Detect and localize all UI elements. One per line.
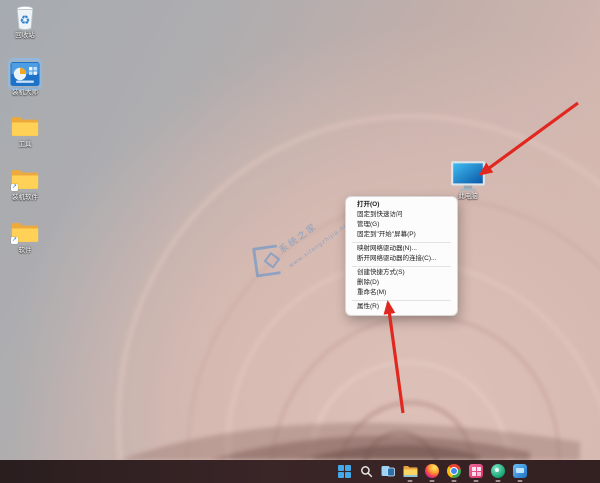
folder-icon [10, 112, 40, 140]
desktop-wallpaper [0, 0, 600, 460]
menu-item-properties[interactable]: 属性(R) [346, 302, 457, 312]
icon-label: 此电脑 [458, 193, 478, 200]
icon-label: 装机软件 [12, 194, 38, 201]
menu-item-disconnect-network-drive[interactable]: 断开网络驱动器的连接(C)... [346, 254, 457, 264]
pc-manager-icon [513, 464, 527, 478]
recycle-bin-icon: ♻ [10, 3, 40, 31]
shortcut-arrow-icon: ↗ [11, 184, 18, 191]
installer-app-icon [10, 60, 40, 88]
firefox-browser-button[interactable] [424, 463, 440, 479]
desktop-icon-folder-setup[interactable]: ↗ 装机软件 [2, 165, 48, 202]
chrome-browser-button[interactable] [446, 463, 462, 479]
chrome-icon [447, 464, 461, 478]
menu-item-open[interactable]: 打开(O) [346, 200, 457, 210]
folder-icon: ↗ [10, 218, 40, 246]
desktop-icon-folder-apps[interactable]: ↗ 软件 [2, 218, 48, 255]
menu-separator [352, 265, 451, 267]
desktop-icon-this-pc[interactable]: 此电脑 [446, 160, 490, 201]
menu-item-rename[interactable]: 重命名(M) [346, 288, 457, 298]
desktop-icon-recycle-bin[interactable]: ♻ 回收站 [2, 3, 48, 40]
windows-desktop: ♻ 回收站 装机大师 工具 ↗ 装机软件 ↗ 软件 此电脑 系统之家 www.x… [0, 0, 600, 483]
icon-label: 软件 [18, 247, 32, 254]
search-icon [360, 465, 372, 477]
windows-logo-icon [337, 464, 351, 478]
context-menu: 打开(O) 固定到快速访问 管理(G) 固定到"开始"屏幕(P) 映射网络驱动器… [345, 196, 458, 316]
shortcut-arrow-icon: ↗ [11, 237, 18, 244]
menu-separator [352, 241, 451, 243]
menu-item-pin-quick-access[interactable]: 固定到快速访问 [346, 210, 457, 220]
svg-text:♻: ♻ [20, 13, 31, 27]
search-button[interactable] [358, 463, 374, 479]
desktop-icon-folder-tools[interactable]: 工具 [2, 112, 48, 149]
menu-separator [352, 299, 451, 301]
start-button[interactable] [336, 463, 352, 479]
menu-item-manage[interactable]: 管理(G) [346, 220, 457, 230]
photos-app-icon [469, 464, 483, 478]
taskbar-icons [336, 463, 528, 479]
menu-item-pin-to-start[interactable]: 固定到"开始"屏幕(P) [346, 230, 457, 240]
pc-manager-app-button[interactable] [512, 463, 528, 479]
photos-app-button[interactable] [468, 463, 484, 479]
menu-item-create-shortcut[interactable]: 创建快捷方式(S) [346, 268, 457, 278]
icon-label: 装机大师 [12, 89, 38, 96]
file-explorer-button[interactable] [402, 463, 418, 479]
icon-label: 回收站 [15, 32, 35, 39]
task-view-icon [381, 465, 395, 476]
firefox-icon [425, 464, 439, 478]
driver-app-button[interactable] [490, 463, 506, 479]
taskbar [0, 460, 600, 483]
task-view-button[interactable] [380, 463, 396, 479]
folder-icon: ↗ [10, 165, 40, 193]
driver-app-icon [491, 464, 505, 478]
desktop-icon-installer-app[interactable]: 装机大师 [2, 60, 48, 97]
menu-item-map-network-drive[interactable]: 映射网络驱动器(N)... [346, 244, 457, 254]
bloom-flower-art [116, 114, 600, 460]
icon-label: 工具 [18, 141, 32, 148]
file-explorer-icon [403, 465, 417, 477]
this-pc-monitor-icon [449, 160, 487, 192]
menu-item-delete[interactable]: 删除(D) [346, 278, 457, 288]
